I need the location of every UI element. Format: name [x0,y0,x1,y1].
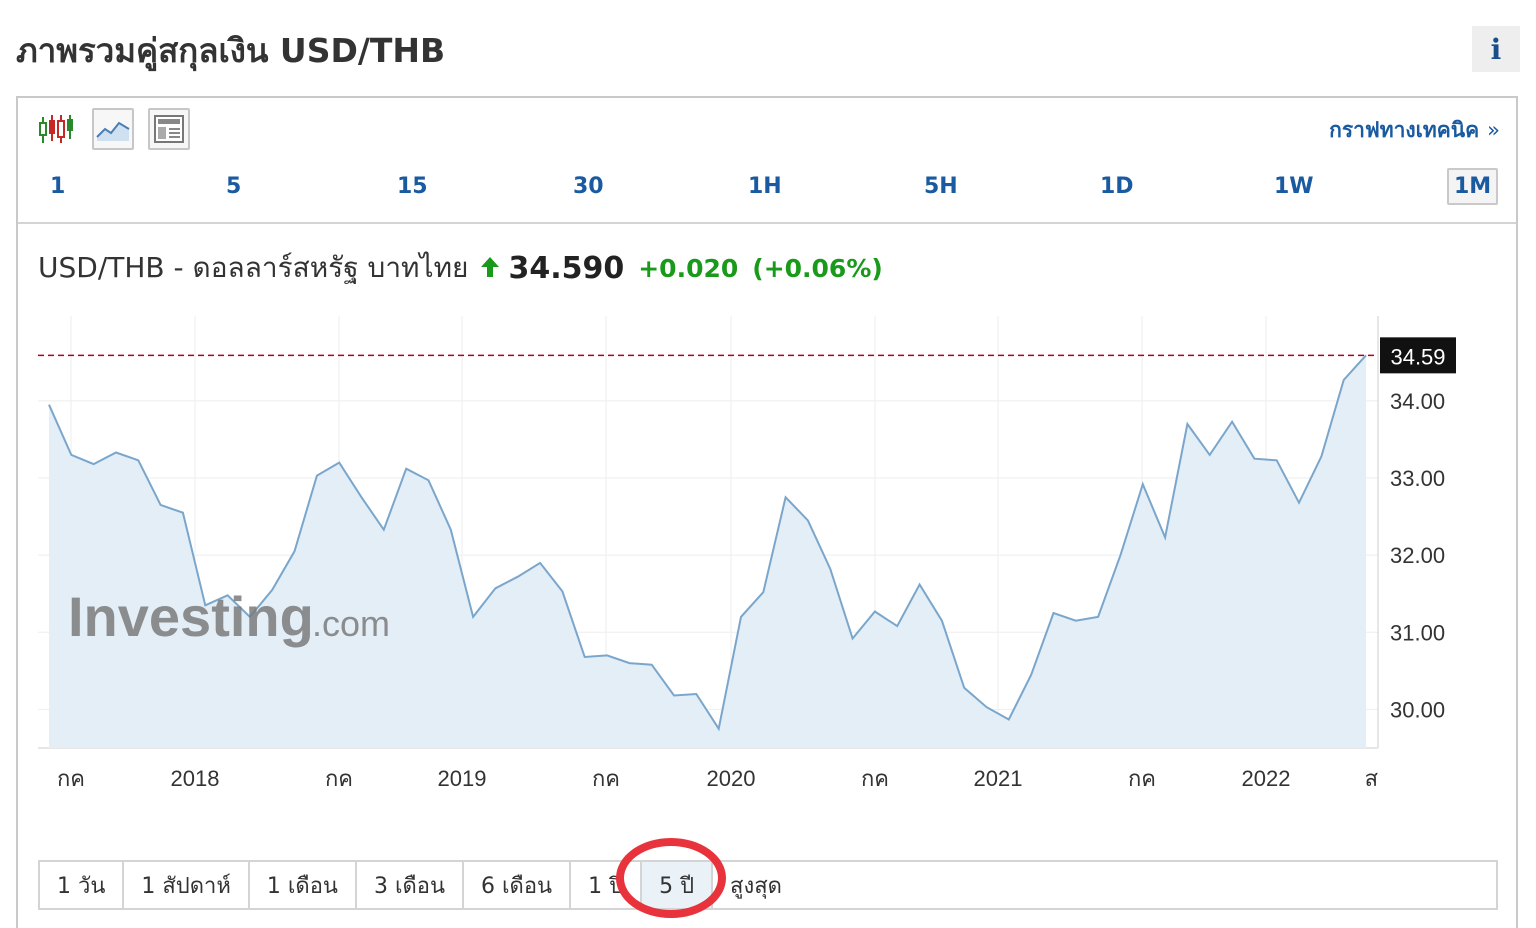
x-tick-label: กค [325,766,353,791]
range-tab-max[interactable]: สูงสุด [713,862,799,908]
price-chart: Investing .com 34.59 34.00 33.00 32.00 31.0… [38,316,1456,791]
y-tick-label: 33.00 [1390,466,1445,491]
current-price-label: 34.59 [1390,344,1445,369]
x-tick-label: 2019 [438,766,487,791]
watermark-suffix: .com [312,603,390,644]
x-tick-label: 2022 [1242,766,1291,791]
x-tick-label: กค [1128,766,1156,791]
y-tick-label: 32.00 [1390,543,1445,568]
x-tick-label: 2021 [974,766,1023,791]
x-tick-label: 2020 [707,766,756,791]
range-tab-3m[interactable]: 3 เดือน [357,862,465,908]
time-range-selector: 1 วัน 1 สัปดาห์ 1 เดือน 3 เดือน 6 เดือน … [38,860,1498,910]
y-tick-label: 30.00 [1390,697,1445,722]
range-tab-1y[interactable]: 1 ปี [571,862,643,908]
watermark-main: Investing [68,585,314,648]
range-tab-5y[interactable]: 5 ปี [642,862,714,908]
x-tick-label: กค [861,766,889,791]
range-tab-1w[interactable]: 1 สัปดาห์ [124,862,250,908]
range-tab-1m[interactable]: 1 เดือน [250,862,357,908]
x-tick-label: ส [1365,766,1379,791]
range-tab-6m[interactable]: 6 เดือน [464,862,572,908]
x-tick-label: 2018 [171,766,220,791]
range-tab-1d[interactable]: 1 วัน [40,862,125,908]
y-tick-label: 31.00 [1390,620,1445,645]
x-tick-label: กค [592,766,620,791]
area-fill [49,355,1366,748]
y-tick-label: 34.00 [1390,389,1445,414]
x-tick-label: กค [57,766,85,791]
